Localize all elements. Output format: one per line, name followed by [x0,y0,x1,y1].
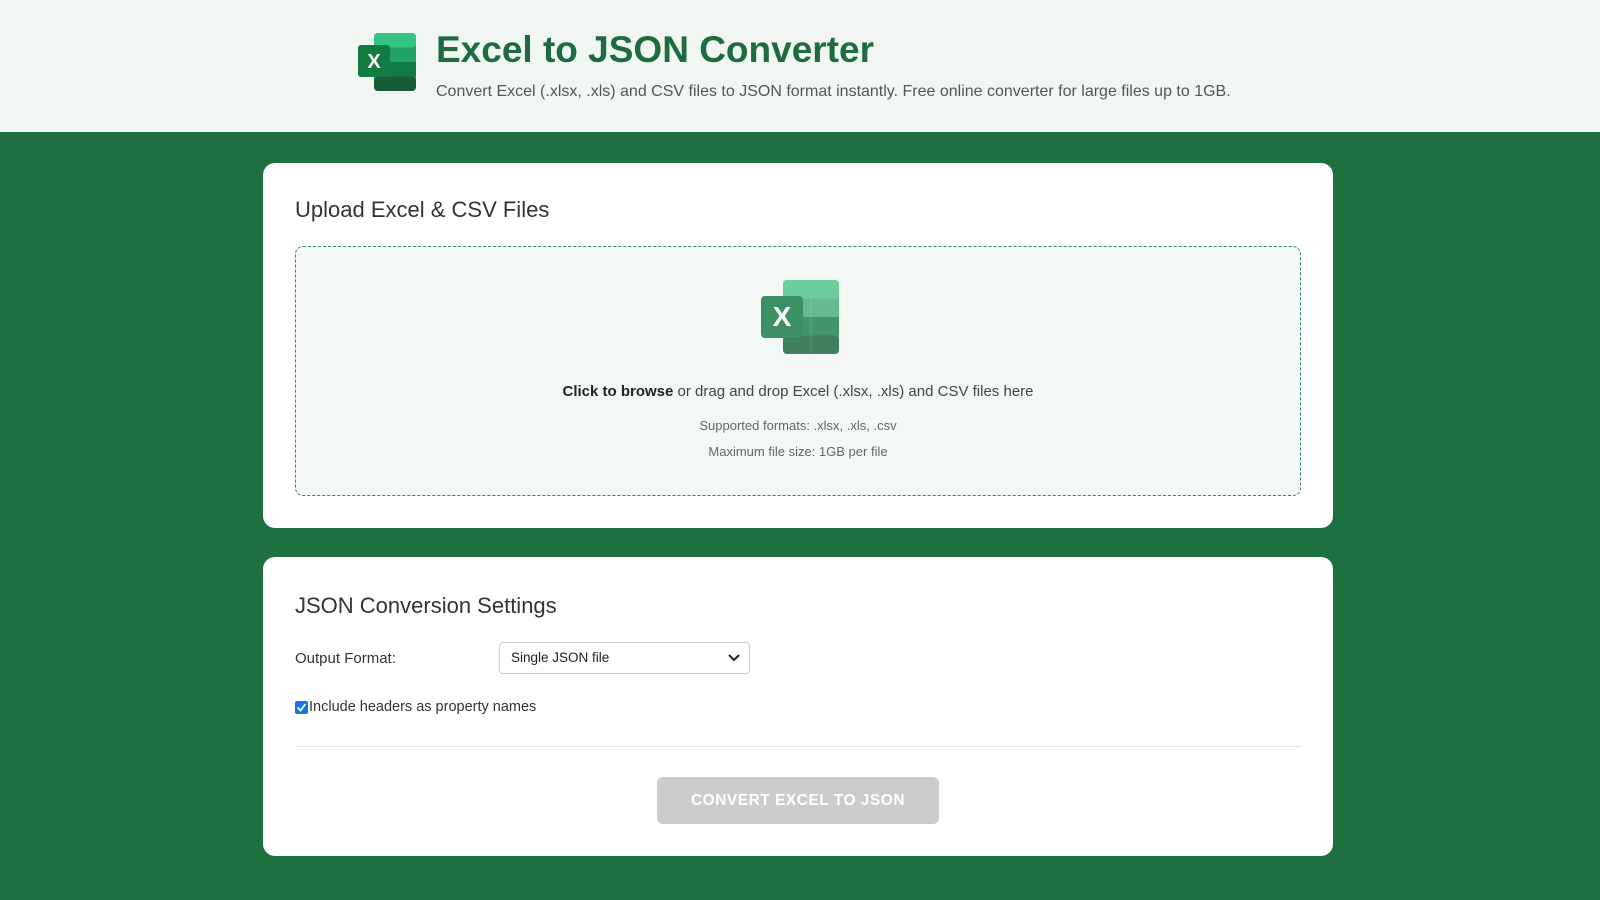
max-file-size: Maximum file size: 1GB per file [708,444,888,459]
output-format-label: Output Format: [295,649,396,667]
chevron-down-icon [728,654,740,662]
header-content: X Excel to JSON Converter Convert Excel … [358,28,1231,102]
dropzone-instructions: Click to browse or drag and drop Excel (… [296,383,1300,400]
include-headers-checkbox[interactable] [295,700,308,714]
browse-link[interactable]: Click to browse [562,383,673,400]
settings-card: JSON Conversion Settings Output Format: … [263,557,1333,856]
output-format-select[interactable]: Single JSON file [499,642,750,674]
settings-divider [295,746,1301,747]
header-text: Excel to JSON Converter Convert Excel (.… [436,28,1231,102]
supported-formats: Supported formats: .xlsx, .xls, .csv [699,418,897,433]
settings-title: JSON Conversion Settings [295,593,557,618]
convert-button[interactable]: CONVERT EXCEL TO JSON [657,777,939,824]
output-format-row: Output Format: Single JSON file [295,642,750,674]
drop-text: or drag and drop Excel (.xlsx, .xls) and… [673,383,1034,400]
svg-text:X: X [773,301,792,332]
page-title: Excel to JSON Converter [436,29,874,70]
upload-card: Upload Excel & CSV Files X Click to brow… [263,163,1333,528]
file-dropzone[interactable]: X Click to browse or drag and drop Excel… [295,246,1301,496]
page-subtitle: Convert Excel (.xlsx, .xls) and CSV file… [436,83,1231,100]
checkmark-icon [296,702,307,712]
excel-logo-icon: X [358,33,416,91]
upload-title: Upload Excel & CSV Files [295,197,550,222]
svg-text:X: X [367,51,381,73]
output-format-value: Single JSON file [511,650,610,665]
include-headers-row: Include headers as property names [295,699,536,715]
excel-file-icon: X [761,280,839,354]
page-header: X Excel to JSON Converter Convert Excel … [0,0,1600,132]
include-headers-label: Include headers as property names [309,699,537,715]
